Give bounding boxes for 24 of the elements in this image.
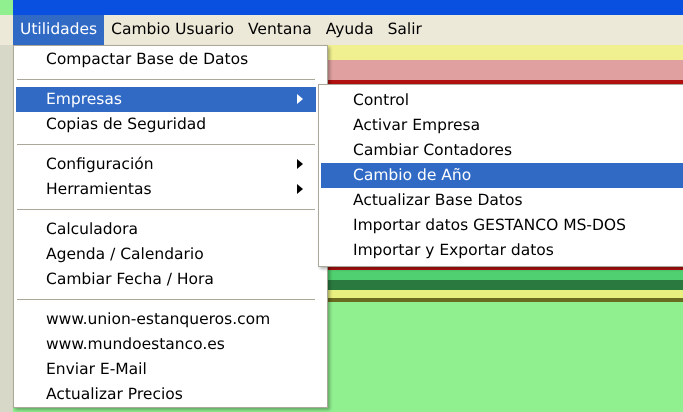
menu-item[interactable]: Actualizar Precios — [16, 382, 316, 407]
menu-item[interactable]: Control — [321, 88, 683, 113]
menu-item[interactable]: Cambiar Fecha / Hora — [16, 267, 316, 292]
menu-item[interactable]: Compactar Base de Datos — [16, 47, 316, 72]
menu-item[interactable]: Herramientas — [16, 177, 316, 202]
menu-item[interactable]: Cambiar Contadores — [321, 138, 683, 163]
menu-item[interactable]: Activar Empresa — [321, 113, 683, 138]
menu-bar-item[interactable]: Cambio Usuario — [104, 15, 242, 45]
menu-bar-item[interactable]: Ayuda — [318, 15, 381, 45]
menu-item[interactable]: Importar datos GESTANCO MS-DOS — [321, 213, 683, 238]
menu-item[interactable]: Calculadora — [16, 217, 316, 242]
menu-item[interactable]: Copias de Seguridad — [16, 112, 316, 137]
menu-item[interactable]: Actualizar Base Datos — [321, 188, 683, 213]
menu-item[interactable]: Configuración — [16, 152, 316, 177]
menu-item[interactable]: www.mundoestanco.es — [16, 332, 316, 357]
menu-item[interactable]: Empresas — [16, 87, 316, 112]
menu-bar-item[interactable]: Ventana — [241, 15, 319, 45]
menu-item[interactable]: Importar y Exportar datos — [321, 238, 683, 263]
menu-item[interactable]: www.union-estanqueros.com — [16, 307, 316, 332]
menu-item[interactable]: Enviar E-Mail — [16, 357, 316, 382]
menu-item[interactable]: Cambio de Año — [321, 163, 683, 188]
menu-bar-item[interactable]: Utilidades — [13, 15, 104, 45]
menu-bar-item[interactable]: Salir — [380, 15, 429, 45]
menu-item[interactable]: Agenda / Calendario — [16, 242, 316, 267]
